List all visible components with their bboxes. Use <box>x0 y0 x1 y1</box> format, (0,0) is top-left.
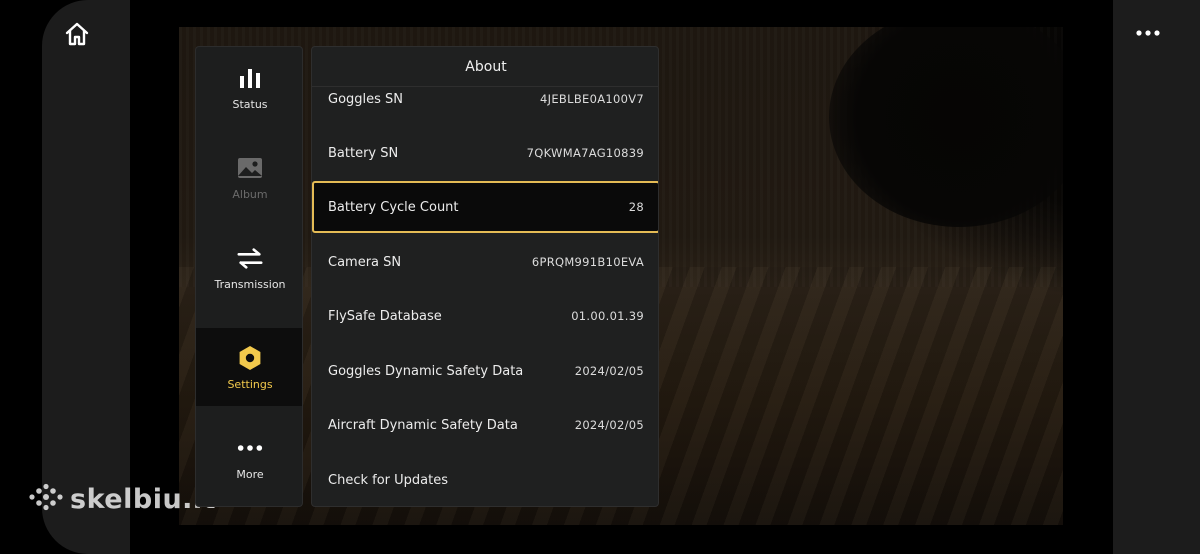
menu-label-settings: Settings <box>227 377 273 391</box>
row-flysafe-database[interactable]: FlySafe Database 01.00.01.39 <box>312 290 658 342</box>
row-goggles-sn[interactable]: Goggles SN 4JEBLBE0A100V7 <box>312 87 658 125</box>
row-label: FlySafe Database <box>328 308 442 324</box>
right-system-bar <box>1113 0 1200 554</box>
row-value: 2024/02/05 <box>574 418 644 432</box>
about-list[interactable]: Goggles SN 4JEBLBE0A100V7 Battery SN 7QK… <box>312 87 658 506</box>
menu-label-more: More <box>236 467 264 481</box>
menu-item-status[interactable]: Status <box>196 48 302 126</box>
menu-label-album: Album <box>232 187 268 201</box>
row-value: 01.00.01.39 <box>571 309 644 323</box>
row-label: Goggles Dynamic Safety Data <box>328 363 524 379</box>
row-label: Battery SN <box>328 145 399 161</box>
panel-title: About <box>312 47 658 87</box>
image-icon <box>236 154 264 182</box>
row-check-for-updates[interactable]: Check for Updates <box>312 454 658 506</box>
row-value: 28 <box>628 200 644 214</box>
watermark: skelbiu.lt <box>28 483 216 515</box>
menu-item-settings[interactable]: Settings <box>196 328 302 406</box>
settings-hexagon-icon <box>236 344 264 372</box>
menu-item-album[interactable]: Album <box>196 138 302 216</box>
row-label: Camera SN <box>328 254 402 270</box>
menu-label-status: Status <box>232 97 268 111</box>
row-camera-sn[interactable]: Camera SN 6PRQM991B10EVA <box>312 236 658 288</box>
row-value: 7QKWMA7AG10839 <box>526 146 644 160</box>
menu-item-more[interactable]: More <box>196 418 302 496</box>
row-value: 2024/02/05 <box>574 364 644 378</box>
row-battery-sn[interactable]: Battery SN 7QKWMA7AG10839 <box>312 127 658 179</box>
row-label: Battery Cycle Count <box>328 199 459 215</box>
row-label: Aircraft Dynamic Safety Data <box>328 417 518 433</box>
row-value: 6PRQM991B10EVA <box>531 255 644 269</box>
row-label: Goggles SN <box>328 91 404 107</box>
left-system-bar <box>0 0 130 554</box>
left-bar-panel <box>42 0 130 554</box>
menu-item-transmission[interactable]: Transmission <box>196 228 302 306</box>
home-icon[interactable] <box>63 20 91 48</box>
more-dots-icon <box>236 434 264 462</box>
swap-arrows-icon <box>236 244 264 272</box>
bar-chart-icon <box>236 64 264 92</box>
menu-label-transmission: Transmission <box>214 277 286 291</box>
row-goggles-dynamic-safety-data[interactable]: Goggles Dynamic Safety Data 2024/02/05 <box>312 345 658 397</box>
about-panel: About Goggles SN 4JEBLBE0A100V7 Battery … <box>311 46 659 507</box>
more-options-icon[interactable] <box>1133 22 1163 44</box>
row-aircraft-dynamic-safety-data[interactable]: Aircraft Dynamic Safety Data 2024/02/05 <box>312 399 658 451</box>
row-label: Check for Updates <box>328 472 448 488</box>
row-value: 4JEBLBE0A100V7 <box>540 92 644 106</box>
row-battery-cycle-count[interactable]: Battery Cycle Count 28 <box>312 181 658 233</box>
watermark-logo-icon <box>28 483 64 515</box>
side-menu: Status Album Transmission Settings More <box>195 46 303 507</box>
